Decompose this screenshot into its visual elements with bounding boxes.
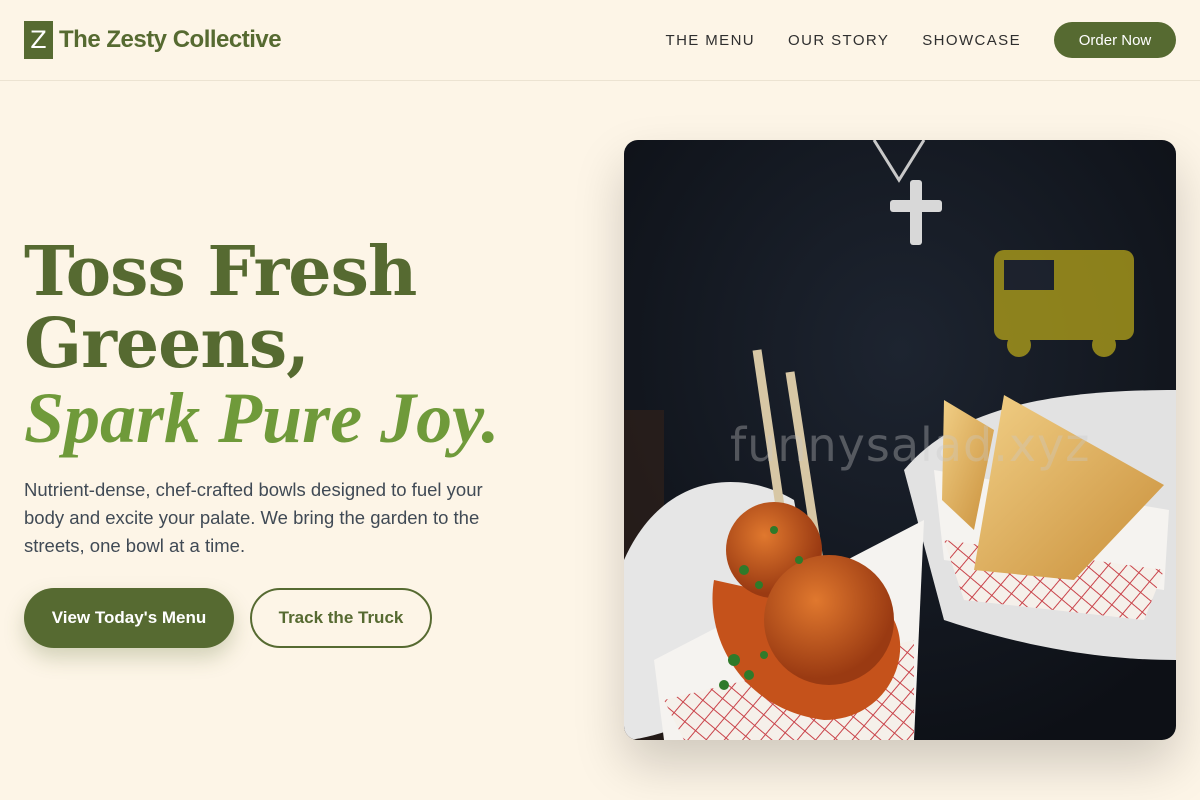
logo-mark: Z — [24, 21, 53, 59]
order-now-button[interactable]: Order Now — [1054, 22, 1176, 58]
headline-line-2: Greens, — [24, 304, 310, 384]
food-photo-illustration — [624, 140, 1176, 740]
nav-item-our-story[interactable]: OUR STORY — [788, 32, 889, 49]
hero-copy: Toss Fresh Greens, Spark Pure Joy. Nutri… — [24, 236, 584, 560]
track-truck-button[interactable]: Track the Truck — [250, 588, 432, 648]
nav-item-menu[interactable]: THE MENU — [666, 32, 756, 49]
headline-accent: Spark Pure Joy. — [24, 378, 500, 458]
headline-line-1: Toss Fresh — [24, 232, 417, 312]
hero-cta-row: View Today's Menu Track the Truck — [24, 588, 432, 648]
hero-headline: Toss Fresh Greens, Spark Pure Joy. — [24, 236, 584, 456]
view-menu-button[interactable]: View Today's Menu — [24, 588, 234, 648]
brand-logo[interactable]: Z The Zesty Collective — [24, 21, 282, 59]
main-nav: THE MENU OUR STORY SHOWCASE Order Now — [633, 22, 1176, 58]
brand-name: The Zesty Collective — [59, 26, 282, 53]
site-header: Z The Zesty Collective THE MENU OUR STOR… — [0, 0, 1200, 81]
hero-subcopy: Nutrient-dense, chef-crafted bowls desig… — [24, 479, 483, 556]
nav-item-showcase[interactable]: SHOWCASE — [922, 32, 1021, 49]
hero-food-image — [624, 140, 1176, 740]
